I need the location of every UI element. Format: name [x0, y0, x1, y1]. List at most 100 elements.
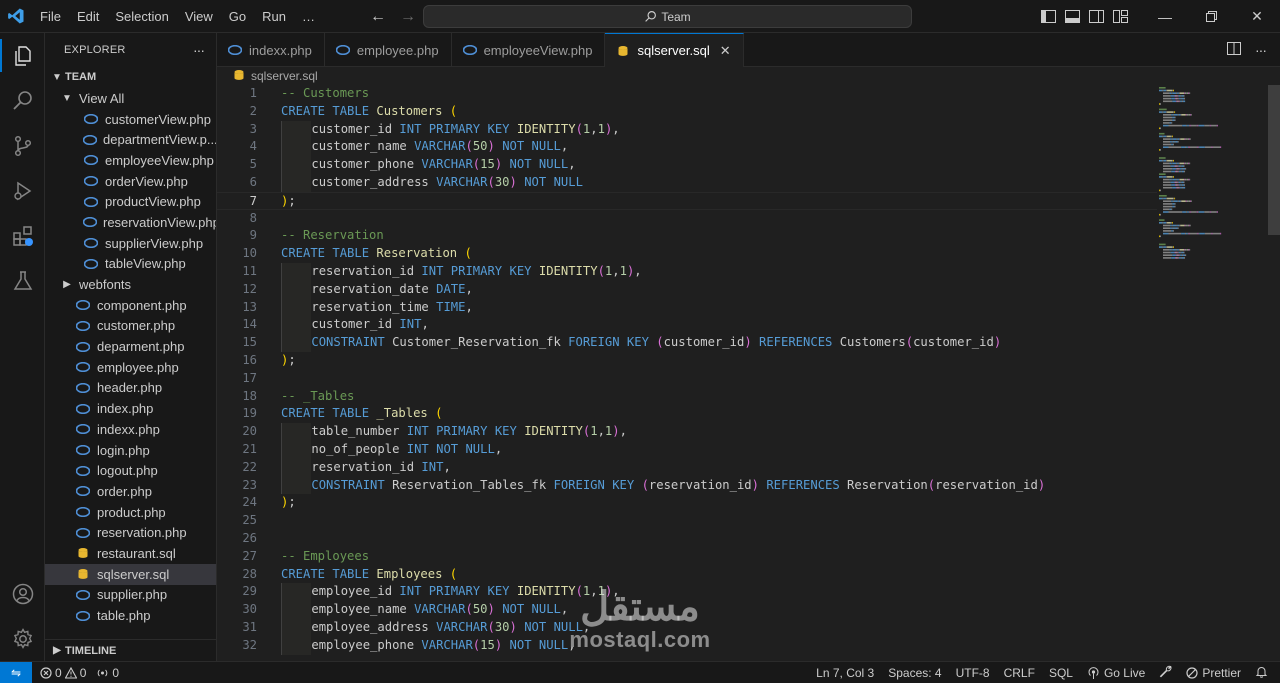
- tree-file[interactable]: sqlserver.sql: [45, 563, 216, 585]
- go-live-button[interactable]: Go Live: [1080, 666, 1152, 680]
- prettier-button[interactable]: Prettier: [1179, 666, 1248, 680]
- command-center-search[interactable]: Team: [423, 5, 912, 28]
- tree-file[interactable]: restaurant.sql: [45, 543, 216, 564]
- tree-file[interactable]: index.php: [45, 398, 216, 419]
- code-token: reservation_time: [311, 299, 437, 314]
- tree-file[interactable]: deparment.php: [45, 336, 216, 357]
- tree-file[interactable]: productView.php: [45, 191, 216, 212]
- code-line: 21 no_of_people INT NOT NULL,: [217, 440, 1157, 459]
- tree-file[interactable]: login.php: [45, 440, 216, 461]
- minimap-mark: [1175, 181, 1177, 184]
- encoding[interactable]: UTF-8: [949, 666, 997, 680]
- tree-item-label: reservationView.php: [103, 214, 216, 230]
- settings-gear-icon[interactable]: [0, 616, 45, 661]
- editor-tab[interactable]: indexx.php: [217, 33, 325, 67]
- tree-file[interactable]: employee.php: [45, 357, 216, 378]
- minimap-mark: [1181, 251, 1184, 254]
- workspace-root-folder[interactable]: ▼ TEAM: [45, 66, 216, 88]
- more-actions-icon[interactable]: ···: [1255, 42, 1267, 58]
- tree-item-label: product.php: [97, 504, 166, 520]
- editor-tab[interactable]: sqlserver.sql ✕: [605, 33, 744, 67]
- problems-indicator[interactable]: 0 0: [40, 666, 86, 680]
- tree-file[interactable]: reservation.php: [45, 522, 216, 543]
- indent-guide: [281, 636, 312, 655]
- tree-file[interactable]: tableView.php: [45, 254, 216, 275]
- vertical-scrollbar[interactable]: [1268, 85, 1280, 235]
- tree-item-label: login.php: [97, 442, 150, 458]
- tools-icon[interactable]: [1152, 665, 1179, 681]
- indentation[interactable]: Spaces: 4: [881, 666, 948, 680]
- menu-item[interactable]: View: [177, 0, 221, 33]
- menu-item[interactable]: Selection: [107, 0, 176, 33]
- menu-item[interactable]: Edit: [69, 0, 107, 33]
- code-token: reservation_date: [311, 281, 437, 296]
- search-icon[interactable]: [0, 78, 45, 123]
- tree-file[interactable]: reservationView.php: [45, 212, 216, 233]
- minimap-mark: [1176, 251, 1178, 254]
- tree-file[interactable]: header.php: [45, 378, 216, 399]
- tree-file[interactable]: customerView.php: [45, 109, 216, 130]
- notifications-bell-icon[interactable]: [1248, 665, 1280, 681]
- minimap-mark: [1172, 246, 1173, 248]
- language-mode[interactable]: SQL: [1042, 666, 1080, 680]
- breadcrumb[interactable]: sqlserver.sql: [217, 67, 1280, 85]
- explorer-icon[interactable]: [0, 33, 45, 78]
- tree-file[interactable]: departmentView.p...: [45, 129, 216, 150]
- split-editor-icon[interactable]: [1227, 42, 1241, 58]
- remote-indicator-icon[interactable]: ⇋: [0, 661, 32, 683]
- tree-folder[interactable]: ▼ View All: [45, 88, 216, 109]
- run-debug-icon[interactable]: [0, 168, 45, 213]
- source-control-icon[interactable]: [0, 123, 45, 168]
- minimap-mark: [1189, 124, 1191, 127]
- extensions-icon[interactable]: [0, 213, 45, 258]
- code-token: (: [905, 335, 914, 350]
- menu-item[interactable]: File: [32, 0, 69, 33]
- toggle-panel-icon[interactable]: [1060, 0, 1084, 33]
- status-bar: ⇋ 0 0 0 Ln 7, Col 3 Spaces: 4 UTF-8 CRLF…: [0, 661, 1280, 683]
- tree-file[interactable]: supplierView.php: [45, 233, 216, 254]
- tree-file[interactable]: order.php: [45, 481, 216, 502]
- explorer-more-actions-icon[interactable]: ···: [193, 42, 205, 58]
- tree-file[interactable]: customer.php: [45, 316, 216, 337]
- forward-arrow-icon[interactable]: →: [400, 8, 416, 26]
- tree-file[interactable]: logout.php: [45, 460, 216, 481]
- menu-item[interactable]: …: [294, 0, 323, 33]
- timeline-section[interactable]: ▶ TIMELINE: [45, 639, 216, 661]
- testing-flask-icon[interactable]: [0, 258, 45, 303]
- menu-item[interactable]: Go: [221, 0, 254, 33]
- code-token: ;: [288, 352, 296, 367]
- tree-file[interactable]: employeeView.php: [45, 150, 216, 171]
- minimap-mark: [1220, 232, 1222, 235]
- close-tab-icon[interactable]: ✕: [720, 43, 731, 59]
- tree-file[interactable]: product.php: [45, 502, 216, 523]
- restore-button[interactable]: [1188, 0, 1234, 33]
- minimap-mark: [1170, 224, 1172, 227]
- tree-file[interactable]: orderView.php: [45, 171, 216, 192]
- menu-item[interactable]: Run: [254, 0, 294, 33]
- minimap-mark: [1163, 257, 1172, 259]
- back-arrow-icon[interactable]: ←: [370, 8, 386, 26]
- tree-file[interactable]: component.php: [45, 295, 216, 316]
- toggle-secondary-sidebar-icon[interactable]: [1084, 0, 1108, 33]
- editor-tab[interactable]: employeeView.php: [452, 33, 606, 67]
- minimize-button[interactable]: —: [1142, 0, 1188, 33]
- code-editor[interactable]: 1 -- Customers 2 CREATE TABLE Customers (3 …: [217, 85, 1157, 661]
- code-text: CREATE TABLE _Tables (: [257, 405, 442, 423]
- tree-folder[interactable]: ▶ webfonts: [45, 274, 216, 295]
- customize-layout-icon[interactable]: [1108, 0, 1132, 33]
- accounts-icon[interactable]: [0, 571, 45, 616]
- end-of-line[interactable]: CRLF: [997, 666, 1042, 680]
- close-window-button[interactable]: ✕: [1234, 0, 1280, 33]
- toggle-primary-sidebar-icon[interactable]: [1036, 0, 1060, 33]
- line-number: 26: [242, 530, 257, 545]
- minimap[interactable]: [1157, 85, 1267, 275]
- editor-tab[interactable]: employee.php: [325, 33, 452, 67]
- tree-file[interactable]: indexx.php: [45, 419, 216, 440]
- ports-indicator[interactable]: 0: [96, 666, 119, 680]
- tree-file[interactable]: table.php: [45, 605, 216, 626]
- tree-file[interactable]: supplier.php: [45, 585, 216, 606]
- code-token: ): [487, 139, 495, 154]
- cursor-position[interactable]: Ln 7, Col 3: [809, 666, 881, 680]
- minimap-mark: [1188, 114, 1190, 116]
- minimap-mark: [1159, 157, 1166, 159]
